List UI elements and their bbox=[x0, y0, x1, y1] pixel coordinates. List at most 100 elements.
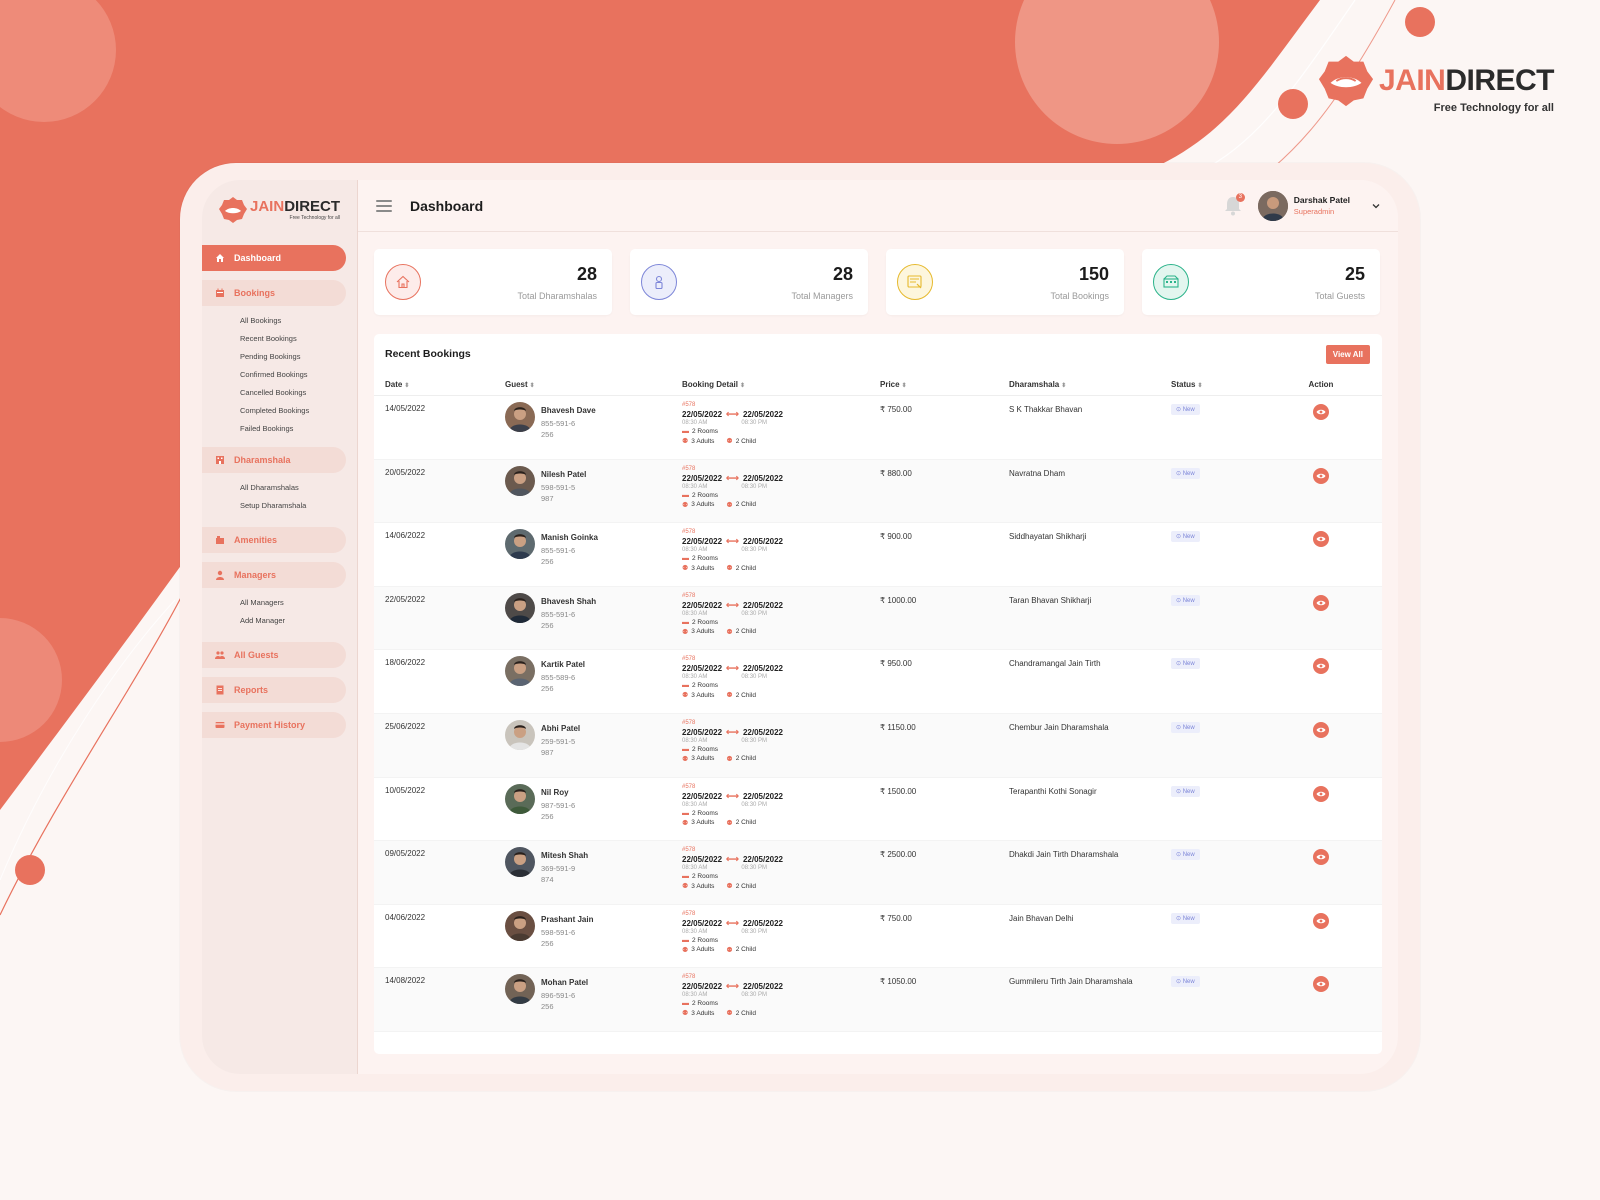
guest-phone: 896-591-6 256 bbox=[541, 991, 576, 1012]
check-out-date: 22/05/2022 bbox=[742, 982, 783, 992]
brand-header: JAINDIRECT Free Technology for all bbox=[1317, 52, 1554, 114]
payment-icon bbox=[215, 722, 225, 728]
booking-id: #578 bbox=[682, 529, 696, 536]
booking-detail: #578 22/05/2022 ⟷ 22/05/2022 08:30 AM 08:30… bbox=[682, 778, 880, 827]
table-row[interactable]: 20/05/2022 Nilesh Patel 598-591-5 987 #57… bbox=[374, 459, 1382, 524]
recent-bookings-title: Recent Bookings bbox=[385, 348, 471, 360]
guest-avatar bbox=[505, 719, 535, 750]
sidebar: JAINDIRECT Free Technology for all Dashb… bbox=[202, 180, 358, 1074]
submenu-pending-bookings[interactable]: Pending Bookings bbox=[240, 348, 357, 366]
sort-icon: ⬍ bbox=[1197, 383, 1203, 389]
check-in-time: 08:30 AM bbox=[682, 737, 708, 744]
stat-card-dharamshalas[interactable]: 28 Total Dharamshalas bbox=[374, 249, 612, 315]
view-eye-icon[interactable] bbox=[1313, 976, 1329, 993]
table-row[interactable]: 18/06/2022 Kartik Patel 855-589-6 256 #57… bbox=[374, 650, 1382, 714]
table-row[interactable]: 10/05/2022 Nil Roy 987-591-6 256 #578 22/… bbox=[374, 778, 1382, 842]
view-eye-icon[interactable] bbox=[1313, 849, 1329, 866]
submenu-failed-bookings[interactable]: Failed Bookings bbox=[240, 420, 357, 438]
user-role: Superadmin bbox=[1293, 207, 1335, 216]
table-row[interactable]: 09/05/2022 Mitesh Shah 369-591-9 874 #578… bbox=[374, 841, 1382, 905]
booking-dharamshala: Taran Bhavan Shikharji bbox=[1009, 595, 1092, 605]
stat-card-bookings[interactable]: 150 Total Bookings bbox=[886, 249, 1124, 315]
booking-id: #578 bbox=[682, 656, 696, 663]
view-eye-icon[interactable] bbox=[1313, 658, 1329, 675]
view-eye-icon[interactable] bbox=[1313, 785, 1329, 802]
sidebar-item-reports[interactable]: Reports bbox=[202, 677, 346, 703]
table-row[interactable]: 14/06/2022 Manish Goinka 855-591-6 256 #5… bbox=[374, 523, 1382, 587]
menu-toggle-icon[interactable] bbox=[376, 199, 392, 212]
stat-label: Total Guests bbox=[1314, 291, 1365, 301]
booking-icon bbox=[897, 264, 933, 300]
bed-icon: ▬ bbox=[682, 745, 689, 753]
bed-icon: ▬ bbox=[682, 428, 689, 435]
check-in-time: 08:30 AM bbox=[682, 801, 708, 808]
chevron-down-icon[interactable] bbox=[1372, 202, 1380, 210]
booking-dharamshala: Siddhayatan Shikharji bbox=[1009, 532, 1087, 542]
table-row[interactable]: 25/06/2022 Abhi Patel 259-591-5 987 #578 … bbox=[374, 713, 1382, 778]
submenu-all-dharamshalas[interactable]: All Dharamshalas bbox=[240, 479, 357, 497]
manager-icon bbox=[641, 264, 677, 300]
submenu-all-managers[interactable]: All Managers bbox=[240, 594, 357, 612]
submenu-add-manager[interactable]: Add Manager bbox=[240, 612, 357, 630]
check-out-date: 22/05/2022 bbox=[742, 791, 783, 801]
column-header-status[interactable]: Status ⬍ bbox=[1171, 380, 1291, 389]
view-eye-icon[interactable] bbox=[1313, 721, 1329, 738]
column-header-booking-detail[interactable]: Booking Detail ⬍ bbox=[682, 380, 880, 389]
notification-count-badge: 3 bbox=[1235, 192, 1245, 202]
main-content: Dashboard 3 Darshak Patel Superadmin 28 … bbox=[358, 180, 1398, 1074]
check-out-date: 22/05/2022 bbox=[742, 918, 783, 928]
stat-card-managers[interactable]: 28 Total Managers bbox=[630, 249, 868, 315]
booking-id: #578 bbox=[682, 847, 696, 854]
calendar-icon bbox=[216, 288, 224, 297]
column-header-dharamshala[interactable]: Dharamshala ⬍ bbox=[1009, 380, 1171, 389]
sidebar-item-label: All Guests bbox=[234, 650, 279, 660]
app-window: JAINDIRECT Free Technology for all Dashb… bbox=[202, 180, 1398, 1074]
user-menu[interactable]: Darshak Patel Superadmin bbox=[1257, 190, 1380, 221]
view-eye-icon[interactable] bbox=[1313, 594, 1329, 611]
sidebar-logo[interactable]: JAINDIRECT Free Technology for all bbox=[202, 180, 357, 240]
view-all-button[interactable]: View All bbox=[1325, 344, 1370, 364]
sort-icon: ⬍ bbox=[529, 383, 535, 389]
children-count: 2 Child bbox=[735, 501, 756, 509]
page-title: Dashboard bbox=[410, 197, 484, 214]
submenu-confirmed-bookings[interactable]: Confirmed Bookings bbox=[240, 366, 357, 384]
table-row[interactable]: 04/06/2022 Prashant Jain 598-591-6 256 #5… bbox=[374, 905, 1382, 969]
user-avatar bbox=[1257, 190, 1288, 221]
sidebar-brand-part1: JAIN bbox=[250, 198, 285, 215]
submenu-completed-bookings[interactable]: Completed Bookings bbox=[240, 402, 357, 420]
sidebar-item-amenities[interactable]: Amenities bbox=[202, 527, 346, 553]
submenu-all-bookings[interactable]: All Bookings bbox=[240, 312, 357, 330]
sidebar-item-dashboard[interactable]: Dashboard bbox=[202, 245, 346, 271]
booking-dharamshala: Terapanthi Kothi Sonagir bbox=[1009, 786, 1097, 796]
column-header-guest[interactable]: Guest ⬍ bbox=[505, 380, 682, 389]
sidebar-item-payment-history[interactable]: Payment History bbox=[202, 712, 346, 738]
notification-bell-icon[interactable]: 3 bbox=[1224, 192, 1245, 216]
view-eye-icon[interactable] bbox=[1313, 404, 1329, 420]
table-row[interactable]: 14/08/2022 Mohan Patel 896-591-6 256 #578… bbox=[374, 968, 1382, 1032]
check-in-date: 22/05/2022 bbox=[682, 410, 723, 419]
stat-value: 28 bbox=[576, 264, 597, 284]
submenu-setup-dharamshala[interactable]: Setup Dharamshala bbox=[240, 497, 357, 515]
stat-label: Total Dharamshalas bbox=[517, 291, 597, 301]
sidebar-item-all-guests[interactable]: All Guests bbox=[202, 642, 346, 668]
submenu-cancelled-bookings[interactable]: Cancelled Bookings bbox=[240, 384, 357, 402]
table-row[interactable]: 22/05/2022 Bhavesh Shah 855-591-6 256 #57… bbox=[374, 586, 1382, 651]
guest-name: Kartik Patel bbox=[541, 660, 586, 670]
status-badge: ⊙ New bbox=[1171, 658, 1200, 670]
bookings-submenu: All Bookings Recent Bookings Pending Boo… bbox=[202, 306, 357, 442]
view-eye-icon[interactable] bbox=[1313, 912, 1329, 929]
stat-card-guests[interactable]: 25 Total Guests bbox=[1142, 249, 1380, 315]
sidebar-item-managers[interactable]: Managers bbox=[202, 562, 346, 588]
view-eye-icon[interactable] bbox=[1313, 531, 1329, 548]
column-header-price[interactable]: Price ⬍ bbox=[880, 380, 1009, 389]
sidebar-item-bookings[interactable]: Bookings bbox=[202, 280, 346, 306]
rooms-count: 2 Rooms bbox=[692, 809, 719, 817]
guest-phone: 598-591-5 987 bbox=[541, 482, 576, 503]
submenu-recent-bookings[interactable]: Recent Bookings bbox=[240, 330, 357, 348]
view-eye-icon[interactable] bbox=[1313, 467, 1329, 484]
child-icon: ⚉ bbox=[726, 438, 733, 445]
column-header-date[interactable]: Date ⬍ bbox=[374, 380, 505, 389]
table-row[interactable]: 14/05/2022 Bhavesh Dave 855-591-6 256 #57… bbox=[374, 396, 1382, 460]
sidebar-item-dharamshala[interactable]: Dharamshala bbox=[202, 447, 346, 473]
sort-icon: ⬍ bbox=[404, 383, 410, 389]
